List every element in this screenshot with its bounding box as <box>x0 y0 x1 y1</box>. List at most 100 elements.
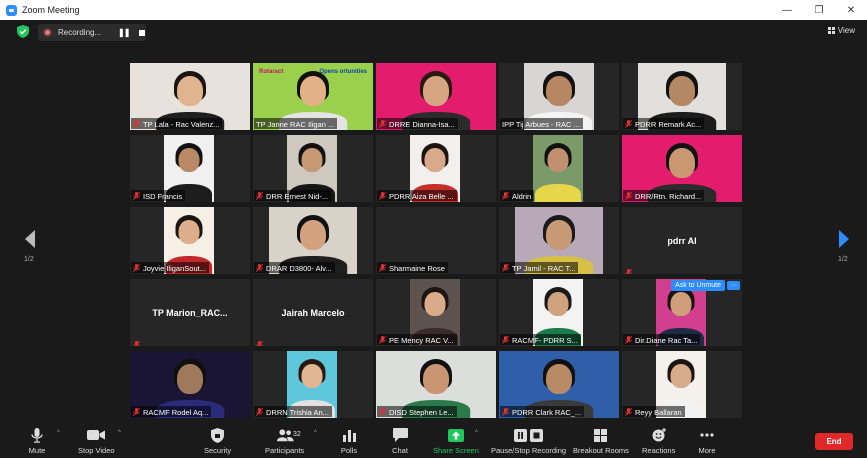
participant-tile[interactable]: TP Jamil - RAC T... <box>499 207 619 274</box>
microphone-icon <box>28 427 46 443</box>
participant-tile[interactable]: Sharmaine Rose <box>376 207 496 274</box>
participants-options-chevron-icon[interactable]: ^ <box>314 430 317 436</box>
participant-tile[interactable]: DRR Ernest Nid-... <box>253 135 373 202</box>
window-title: Zoom Meeting <box>22 5 80 15</box>
audio-options-chevron-icon[interactable]: ^ <box>57 430 60 436</box>
participant-tile[interactable]: PDRR Remark Ac... <box>622 63 742 130</box>
reactions-button[interactable]: Reactions <box>642 427 675 455</box>
muted-microphone-icon <box>624 336 633 344</box>
participants-label: Participants <box>265 446 305 455</box>
participant-tile[interactable]: IPP Tij Arbues - RAC ... <box>499 63 619 130</box>
title-bar: Zoom Meeting — ❐ ✕ <box>0 0 867 20</box>
participant-name: PDRR Aiza Belle ... <box>389 191 454 201</box>
participant-name: DRRE Dianna-Isa... <box>389 119 455 129</box>
participant-tile[interactable]: ISD Francis <box>130 135 250 202</box>
participant-tile[interactable]: DRR/Rtn. Richard... <box>622 135 742 202</box>
participant-name: Dir.Diane Rac Ta... <box>635 335 698 345</box>
participant-label: RACMF- PDRR S... <box>500 334 581 345</box>
participant-label: RACMF Rodel Aq... <box>131 406 212 417</box>
participant-name: PDRR Clark RAC_... <box>512 407 582 417</box>
polls-bar-chart-icon <box>340 427 358 443</box>
muted-microphone-icon <box>624 192 633 200</box>
muted-microphone-icon <box>255 192 264 200</box>
participant-name: Aldrin <box>512 191 532 201</box>
participant-tile[interactable]: RACMF Rodel Aq... <box>130 351 250 418</box>
participant-face <box>669 148 695 178</box>
participant-tile[interactable]: TP Lala - Rac Valenz... <box>130 63 250 130</box>
minimize-button[interactable]: — <box>771 0 803 20</box>
participant-tile[interactable]: Dir.Diane Rac Ta... Ask to Unmute ··· <box>622 279 742 346</box>
breakout-rooms-button[interactable]: Breakout Rooms <box>573 427 629 455</box>
participant-label: PDRR Remark Ac... <box>623 118 705 129</box>
close-button[interactable]: ✕ <box>835 0 867 20</box>
participant-tile[interactable]: pdrr Al <box>622 207 742 274</box>
tile-more-options-button[interactable]: ··· <box>727 281 740 290</box>
reactions-label: Reactions <box>642 446 676 455</box>
more-button[interactable]: More <box>698 427 716 455</box>
participant-name: PE Mency RAC V... <box>389 335 454 345</box>
muted-microphone-icon <box>501 336 510 344</box>
ask-to-unmute-button[interactable]: Ask to Unmute <box>671 280 725 291</box>
participant-tile[interactable]: Reyy Ballaran <box>622 351 742 418</box>
muted-microphone-icon <box>501 192 510 200</box>
recording-indicator: Recording... ❚❚ <box>38 24 146 41</box>
next-page-icon[interactable] <box>836 229 852 249</box>
participant-face <box>300 220 326 250</box>
stop-recording-icon[interactable] <box>139 29 146 36</box>
participant-tile[interactable]: PDRR Aiza Belle ... <box>376 135 496 202</box>
participant-name: Sharmaine Rose <box>389 263 445 273</box>
participant-name: DRAR D3800- Alv... <box>266 263 332 273</box>
polls-button[interactable]: Polls <box>340 427 358 455</box>
zoom-logo-icon <box>6 4 17 16</box>
pause-stop-recording-button[interactable]: Pause/Stop Recording <box>491 427 566 455</box>
video-options-chevron-icon[interactable]: ^ <box>118 430 121 436</box>
chat-bubble-icon <box>391 427 409 443</box>
chat-button[interactable]: Chat <box>391 427 409 455</box>
participant-tile[interactable]: PDRR Clark RAC_... <box>499 351 619 418</box>
share-screen-button[interactable]: Share Screen <box>433 427 479 455</box>
participant-tile[interactable]: PE Mency RAC V... <box>376 279 496 346</box>
participant-tile[interactable]: DRRN Trishia An... <box>253 351 373 418</box>
participant-face <box>177 364 203 394</box>
participant-tile[interactable]: TP Marion_RAC... <box>130 279 250 346</box>
participant-tile[interactable]: RACMF- PDRR S... <box>499 279 619 346</box>
participant-face <box>301 364 323 389</box>
participant-label: PDRR Clark RAC_... <box>500 406 585 417</box>
security-shield-icon <box>209 427 227 443</box>
participant-face <box>547 292 569 317</box>
participant-tile[interactable]: Joyvie IliganSout... <box>130 207 250 274</box>
mute-label: Mute <box>28 446 46 455</box>
participant-label: TP Jamil - RAC T... <box>500 262 579 273</box>
reactions-smiley-icon <box>650 427 668 443</box>
participants-count: 32 <box>293 431 301 438</box>
tile-actions: Ask to Unmute ··· <box>671 280 740 291</box>
view-button[interactable]: View <box>827 26 855 35</box>
muted-microphone-icon <box>378 192 387 200</box>
end-meeting-button[interactable]: End <box>815 433 853 450</box>
chat-label: Chat <box>392 446 408 455</box>
muted-microphone-icon <box>132 192 141 200</box>
participant-tile[interactable]: DRRE Dianna-Isa... <box>376 63 496 130</box>
stop-video-button[interactable]: Stop Video <box>78 427 115 455</box>
more-label: More <box>698 446 716 455</box>
previous-page-icon[interactable] <box>22 229 38 249</box>
participant-face <box>670 364 692 389</box>
recording-dot-icon <box>43 28 52 37</box>
pause-recording-icon[interactable]: ❚❚ <box>118 28 130 37</box>
muted-microphone-icon <box>501 264 510 272</box>
encryption-shield-icon[interactable] <box>17 25 29 38</box>
participant-tile[interactable]: Rotaract Opens ortunities TP Janne RAC Ili… <box>253 63 373 130</box>
participant-tile[interactable]: DISD Stephen Le... <box>376 351 496 418</box>
share-options-chevron-icon[interactable]: ^ <box>475 430 478 436</box>
muted-microphone-icon <box>132 120 141 128</box>
participant-tile[interactable]: Jairah Marcelo <box>253 279 373 346</box>
maximize-button[interactable]: ❐ <box>803 0 835 20</box>
participant-tile[interactable]: DRAR D3800- Alv... <box>253 207 373 274</box>
mute-button[interactable]: Mute <box>28 427 46 455</box>
participant-name: IPP Tij Arbues - RAC ... <box>502 119 580 129</box>
participant-name: TP Jamil - RAC T... <box>512 263 576 273</box>
security-button[interactable]: Security <box>204 427 231 455</box>
participant-tile[interactable]: Aldrin <box>499 135 619 202</box>
participant-face <box>177 76 203 106</box>
participant-name: Jairah Marcelo <box>281 307 345 318</box>
